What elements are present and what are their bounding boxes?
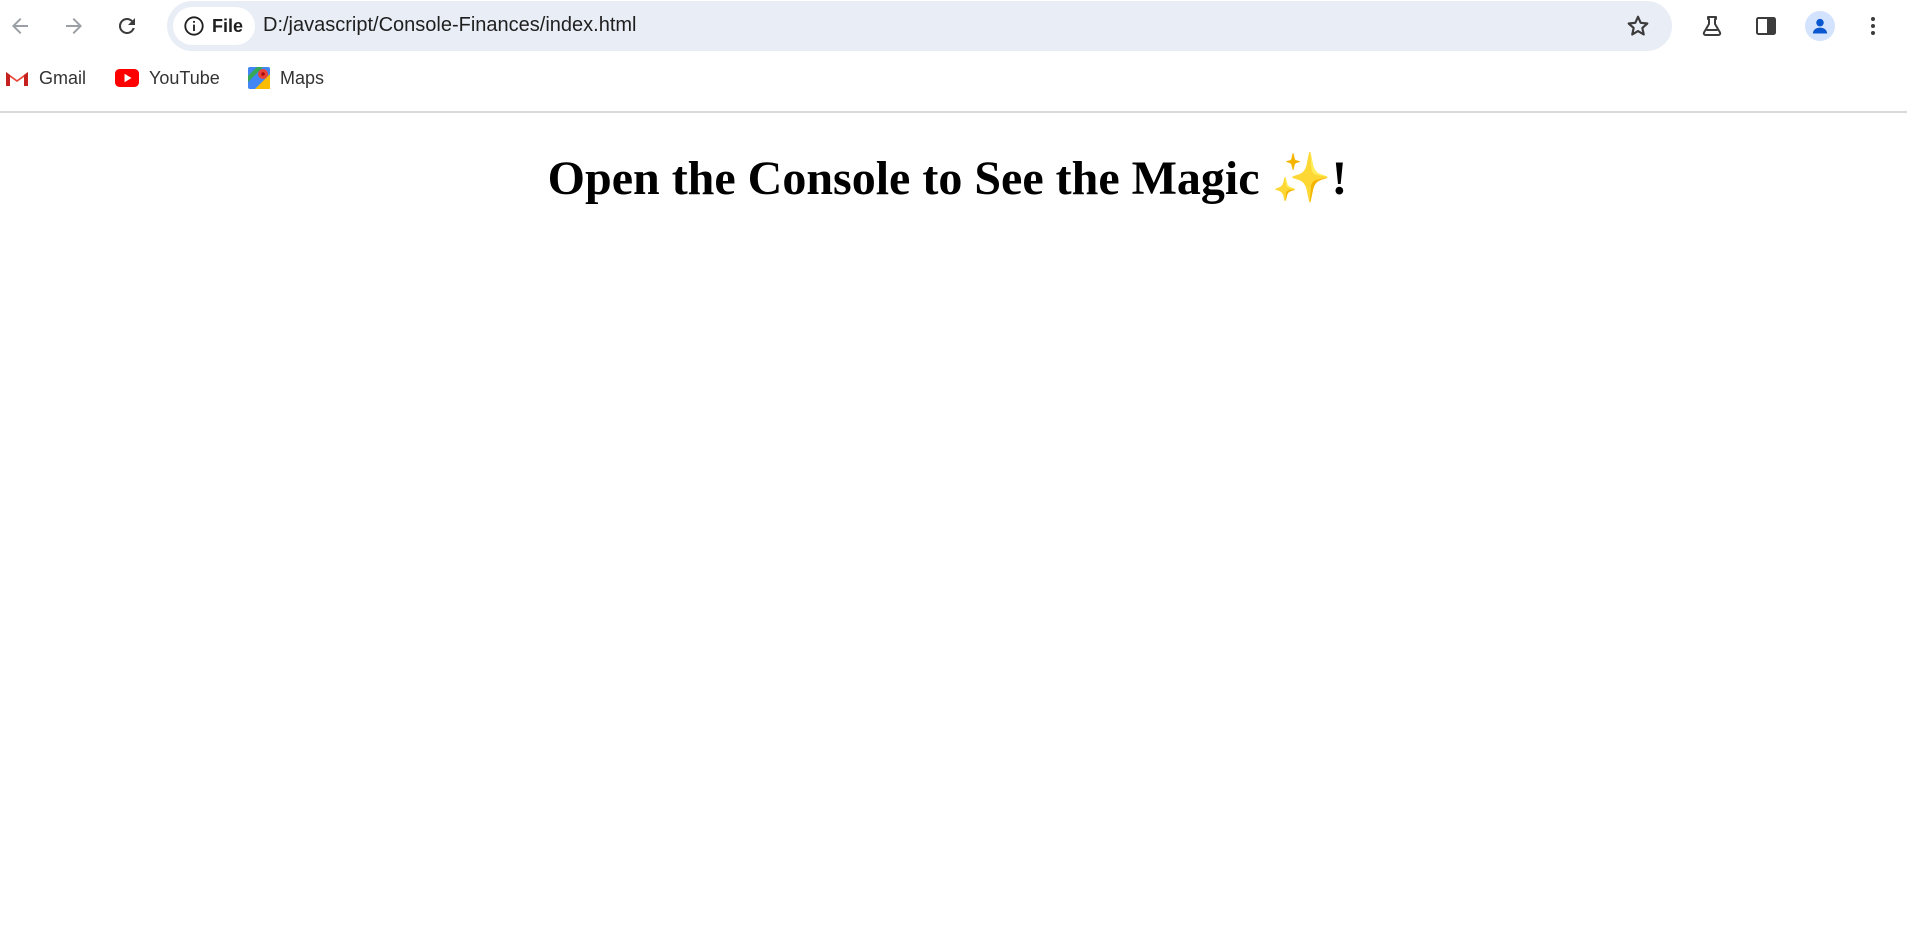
back-button[interactable] [0,6,40,46]
site-info-chip[interactable]: File [173,7,256,45]
more-vert-icon [1871,17,1875,35]
bookmark-label: Maps [280,67,325,88]
browser-toolbar: File D:/javascript/Console-Finances/inde… [0,0,1907,52]
reload-icon [118,17,135,34]
avatar [1805,11,1835,41]
address-bar[interactable]: File D:/javascript/Console-Finances/inde… [167,1,1672,51]
info-circle-icon [184,16,204,36]
star-outline-icon [1627,15,1649,36]
menu-button[interactable] [1853,6,1893,46]
url-text[interactable]: D:/javascript/Console-Finances/index.htm… [263,14,637,37]
site-info-label: File [212,15,244,36]
bookmark-star-button[interactable] [1618,6,1658,46]
gmail-icon [6,72,28,86]
arrow-right-icon [66,18,82,34]
bookmark-youtube[interactable]: YouTube [115,61,220,95]
profile-button[interactable] [1800,6,1840,46]
maps-icon [248,67,270,89]
page-heading: Open the Console to See the Magic ✨! [547,152,1348,205]
bookmark-gmail[interactable]: Gmail [5,61,86,95]
bookmark-label: YouTube [149,67,220,88]
bookmarks-bar: Gmail YouTube Maps [0,57,1907,103]
page-content: Open the Console to See the Magic ✨! [0,113,1907,928]
bookmark-maps[interactable]: Maps [248,61,324,95]
reload-button[interactable] [107,6,147,46]
side-panel-button[interactable] [1746,6,1786,46]
arrow-left-icon [12,18,28,34]
bookmark-label: Gmail [39,67,87,88]
side-panel-icon [1756,17,1776,35]
labs-button[interactable] [1692,6,1732,46]
youtube-icon [115,69,139,87]
forward-button[interactable] [54,6,94,46]
flask-icon [1702,16,1722,36]
avatar-icon [1812,18,1828,34]
